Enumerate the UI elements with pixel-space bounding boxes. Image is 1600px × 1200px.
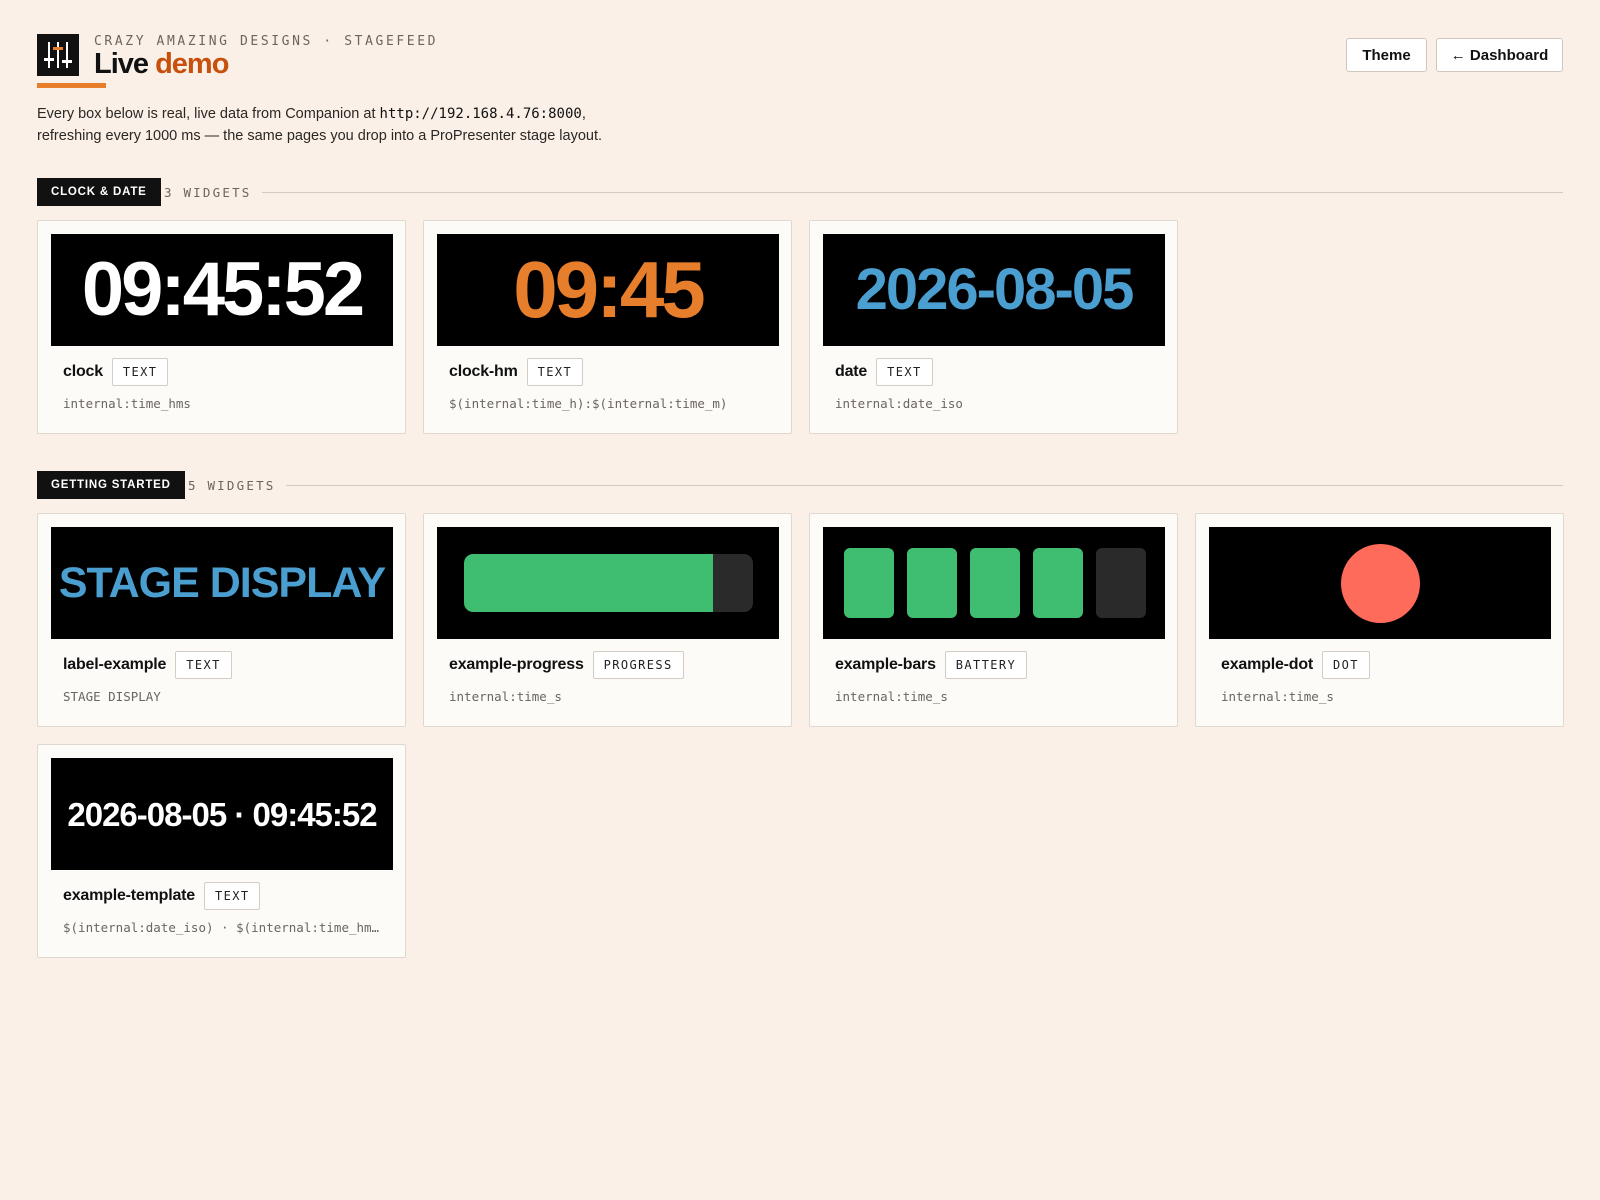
theme-button[interactable]: Theme [1346, 38, 1427, 72]
widget-header: clock-hm TEXT [449, 358, 584, 386]
section-count-clock-date: 3 WIDGETS [164, 185, 252, 200]
widget-header: example-dot DOT [1221, 651, 1370, 679]
template-display: 2026-08-05 · 09:45:52 [67, 795, 377, 833]
widget-name: date [835, 363, 868, 380]
battery-bar [844, 548, 894, 618]
widget-type-badge: TEXT [175, 651, 232, 679]
intro-after: , [581, 106, 586, 122]
widget-card-label-example[interactable]: STAGE DISPLAY label-example TEXT STAGE D… [37, 513, 406, 727]
widget-source: internal:time_s [449, 689, 562, 704]
widget-source: internal:time_s [1221, 689, 1334, 704]
title-underline [37, 83, 106, 88]
section-divider [262, 192, 1563, 193]
intro-text: Every box below is real, live data from … [37, 103, 937, 147]
companion-url: http://192.168.4.76:8000 [379, 106, 582, 122]
widget-header: date TEXT [835, 358, 933, 386]
widget-header: clock TEXT [63, 358, 169, 386]
widget-source: internal:time_s [835, 689, 948, 704]
widget-name: clock-hm [449, 363, 518, 380]
battery-bar [1033, 548, 1083, 618]
widget-preview: 09:45 [437, 234, 779, 346]
label-display: STAGE DISPLAY [58, 558, 386, 607]
widget-name: example-bars [835, 656, 936, 673]
date-display: 2026-08-05 [855, 257, 1135, 322]
widget-type-badge: TEXT [111, 358, 169, 386]
widget-preview [1209, 527, 1551, 639]
widget-source: internal:time_hms [63, 396, 191, 411]
widget-source: internal:date_iso [835, 396, 963, 411]
clock-hm-display: 09:45 [513, 245, 706, 334]
section-count-getting-started: 5 WIDGETS [188, 478, 276, 493]
widget-header: label-example TEXT [63, 651, 232, 679]
widget-card-date[interactable]: 2026-08-05 date TEXT internal:date_iso [809, 220, 1178, 434]
logo [37, 34, 79, 76]
widget-card-example-progress[interactable]: example-progress PROGRESS internal:time_… [423, 513, 792, 727]
widget-preview: 2026-08-05 · 09:45:52 [51, 758, 393, 870]
progress-fill [464, 554, 713, 612]
dashboard-button[interactable]: ← Dashboard [1436, 38, 1563, 72]
widget-name: example-template [63, 887, 195, 904]
section-divider [286, 485, 1563, 486]
sliders-icon [37, 34, 79, 76]
widget-card-example-template[interactable]: 2026-08-05 · 09:45:52 example-template T… [37, 744, 406, 958]
widget-name: label-example [63, 656, 167, 673]
widget-card-example-bars[interactable]: example-bars BATTERY internal:time_s [809, 513, 1178, 727]
title-demo: demo [155, 48, 229, 80]
widget-name: example-dot [1221, 656, 1314, 673]
section-tag-getting-started: GETTING STARTED [37, 471, 185, 499]
widget-header: example-template TEXT [63, 882, 261, 910]
widget-card-clock-hm[interactable]: 09:45 clock-hm TEXT $(internal:time_h):$… [423, 220, 792, 434]
widget-card-clock[interactable]: 09:45:52 clock TEXT internal:time_hms [37, 220, 406, 434]
widget-type-badge: BATTERY [944, 651, 1028, 679]
page-title: Live demo [94, 48, 229, 81]
battery-bars [844, 548, 1146, 618]
widget-type-badge: PROGRESS [592, 651, 684, 679]
widget-type-badge: DOT [1322, 651, 1370, 679]
widget-preview [437, 527, 779, 639]
widget-header: example-bars BATTERY [835, 651, 1028, 679]
battery-bar [1096, 548, 1146, 618]
widget-type-badge: TEXT [203, 882, 261, 910]
widget-card-example-dot[interactable]: example-dot DOT internal:time_s [1195, 513, 1564, 727]
widget-source: $(internal:date_iso) · $(internal:time_h… [63, 920, 380, 935]
section-tag-clock-date: CLOCK & DATE [37, 178, 161, 206]
progress-track [464, 554, 753, 612]
intro-before: Every box below is real, live data from … [37, 106, 380, 122]
status-dot [1340, 543, 1420, 623]
battery-bar [907, 548, 957, 618]
widget-type-badge: TEXT [526, 358, 584, 386]
battery-bar [970, 548, 1020, 618]
widget-header: example-progress PROGRESS [449, 651, 684, 679]
clock-display: 09:45:52 [81, 247, 365, 332]
title-live: Live [94, 48, 149, 80]
widget-source: $(internal:time_h):$(internal:time_m) [449, 396, 728, 411]
widget-preview: 09:45:52 [51, 234, 393, 346]
widget-preview [823, 527, 1165, 639]
widget-source: STAGE DISPLAY [63, 689, 161, 704]
brand-eyebrow: CRAZY AMAZING DESIGNS · STAGEFEED [94, 34, 439, 49]
widget-preview: 2026-08-05 [823, 234, 1165, 346]
widget-name: clock [63, 363, 103, 380]
widget-type-badge: TEXT [876, 358, 933, 386]
intro-line2: refreshing every 1000 ms — the same page… [37, 128, 603, 144]
widget-preview: STAGE DISPLAY [51, 527, 393, 639]
widget-name: example-progress [449, 656, 584, 673]
